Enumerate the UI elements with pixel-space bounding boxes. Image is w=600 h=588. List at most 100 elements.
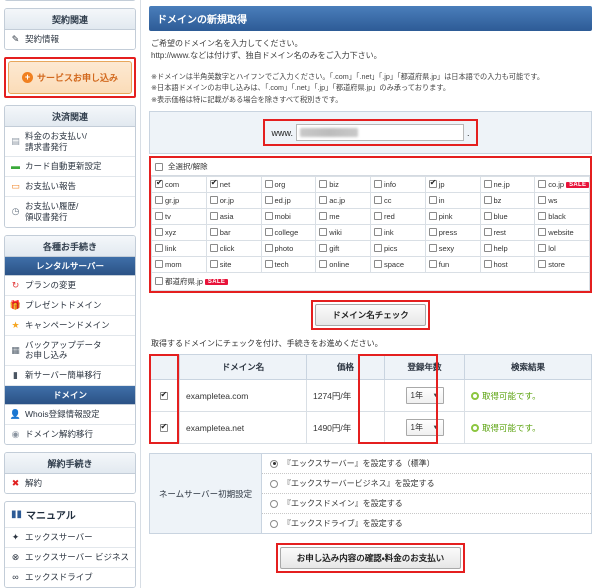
- tld-cell-sexy[interactable]: sexy: [424, 240, 481, 258]
- tld-cell-asia[interactable]: asia: [205, 208, 262, 226]
- tld-cell-ink[interactable]: ink: [370, 224, 426, 242]
- tld-cell-rest[interactable]: rest: [479, 224, 536, 242]
- domain-check-button[interactable]: ドメイン名チェック: [315, 304, 426, 327]
- nameserver-option-0[interactable]: 『エックスサーバー』を設定する（標準）: [262, 454, 591, 475]
- submit-confirm-button[interactable]: お申し込み内容の確認・料金のお支払い: [279, 547, 462, 570]
- tld-checkbox-rest[interactable]: [483, 228, 492, 237]
- tld-cell-gift[interactable]: gift: [315, 240, 371, 258]
- tld-checkbox-co.jp[interactable]: [538, 180, 547, 189]
- domain-name-input[interactable]: [296, 124, 464, 142]
- tld-cell-lol[interactable]: lol: [534, 240, 590, 258]
- tld-cell-net[interactable]: net: [205, 176, 262, 194]
- tld-cell-link[interactable]: link: [151, 240, 207, 258]
- tld-checkbox-host[interactable]: [483, 260, 492, 269]
- tld-checkbox-info[interactable]: [374, 180, 382, 189]
- tld-cell-fun[interactable]: fun: [424, 256, 481, 274]
- tld-checkbox-xyz[interactable]: [155, 228, 163, 237]
- tld-checkbox-cc[interactable]: [374, 196, 382, 205]
- tld-cell-com[interactable]: com: [151, 176, 207, 194]
- tld-checkbox-press[interactable]: [428, 228, 437, 237]
- tld-cell-space[interactable]: space: [370, 256, 426, 274]
- nameserver-option-1[interactable]: 『エックスサーバービジネス』を設定する: [262, 474, 591, 495]
- tld-checkbox-in[interactable]: [428, 196, 437, 205]
- select-all-row[interactable]: 全選択/解除: [151, 158, 590, 177]
- tld-checkbox-net[interactable]: [209, 178, 218, 189]
- nameserver-option-3[interactable]: 『エックスドライブ』を設定する: [262, 514, 591, 533]
- tld-checkbox-space[interactable]: [374, 260, 382, 269]
- tld-cell-info[interactable]: info: [370, 176, 426, 194]
- tld-checkbox-org[interactable]: [264, 180, 273, 189]
- row-checkbox-cell[interactable]: [149, 379, 180, 413]
- tld-cell-website[interactable]: website: [534, 224, 590, 242]
- tld-cell-biz[interactable]: biz: [315, 176, 371, 194]
- sidebar-item-card-auto-renew[interactable]: ▬ カード自動更新設定: [5, 157, 135, 178]
- tld-checkbox-pics[interactable]: [374, 244, 382, 253]
- tld-cell-ac.jp[interactable]: ac.jp: [315, 192, 371, 210]
- tld-checkbox-com[interactable]: [155, 178, 163, 189]
- tld-cell-ne.jp[interactable]: ne.jp: [479, 176, 536, 194]
- tld-cell-pink[interactable]: pink: [424, 208, 481, 226]
- tld-checkbox-website[interactable]: [538, 228, 547, 237]
- tld-checkbox-ne.jp[interactable]: [483, 180, 492, 189]
- tld-cell-in[interactable]: in: [424, 192, 481, 210]
- tld-cell-press[interactable]: press: [424, 224, 481, 242]
- tld-cell-red[interactable]: red: [370, 208, 426, 226]
- sidebar-item-server-migration[interactable]: ▮ 新サーバー簡単移行: [5, 365, 135, 386]
- tld-checkbox-biz[interactable]: [319, 180, 328, 189]
- tld-checkbox-blue[interactable]: [483, 212, 492, 221]
- tld-cell-co.jp[interactable]: co.jp SALE: [534, 176, 590, 194]
- nameserver-radio[interactable]: [270, 479, 278, 488]
- tld-cell-prefecture-jp[interactable]: 都道府県.jp SALE: [151, 272, 590, 292]
- sidebar-item-backup-data[interactable]: ▦ バックアップデータ お申し込み: [5, 335, 135, 366]
- tld-checkbox-mobi[interactable]: [264, 212, 273, 221]
- tld-cell-tv[interactable]: tv: [151, 208, 207, 226]
- row-checkbox-cell[interactable]: [149, 411, 180, 445]
- tld-checkbox-prefecture-jp[interactable]: [155, 277, 163, 286]
- tld-checkbox-store[interactable]: [538, 260, 547, 269]
- tld-checkbox-asia[interactable]: [209, 212, 218, 221]
- sidebar-item-manual-xserver[interactable]: ✦ エックスサーバー: [5, 527, 135, 548]
- nameserver-radio[interactable]: [270, 499, 278, 508]
- sidebar-item-payment-history[interactable]: ◷ お支払い履歴/ 領収書発行: [5, 197, 135, 227]
- service-apply-button[interactable]: + サービスお申し込み: [8, 61, 132, 94]
- tld-checkbox-link[interactable]: [155, 244, 163, 253]
- nameserver-option-2[interactable]: 『エックスドメイン』を設定する: [262, 494, 591, 515]
- tld-checkbox-gift[interactable]: [319, 244, 328, 253]
- tld-checkbox-me[interactable]: [319, 212, 328, 221]
- tld-checkbox-online[interactable]: [319, 260, 328, 269]
- tld-cell-wiki[interactable]: wiki: [315, 224, 371, 242]
- tld-checkbox-wiki[interactable]: [319, 228, 328, 237]
- sidebar-item-manual-xdrive[interactable]: ∞ エックスドライブ: [5, 567, 135, 587]
- tld-cell-online[interactable]: online: [315, 256, 371, 274]
- tld-checkbox-gr.jp[interactable]: [155, 196, 163, 205]
- tld-checkbox-tech[interactable]: [264, 260, 273, 269]
- tld-cell-ws[interactable]: ws: [534, 192, 590, 210]
- tld-cell-bz[interactable]: bz: [479, 192, 536, 210]
- tld-checkbox-pink[interactable]: [428, 212, 437, 221]
- tld-cell-host[interactable]: host: [479, 256, 536, 274]
- sidebar-item-campaign-domain[interactable]: ★ キャンペーンドメイン: [5, 315, 135, 336]
- tld-checkbox-jp[interactable]: [428, 178, 437, 189]
- row-checkbox[interactable]: [159, 422, 168, 432]
- tld-cell-blue[interactable]: blue: [479, 208, 536, 226]
- tld-cell-black[interactable]: black: [534, 208, 590, 226]
- tld-cell-college[interactable]: college: [260, 224, 317, 242]
- tld-cell-ed.jp[interactable]: ed.jp: [260, 192, 317, 210]
- tld-cell-bar[interactable]: bar: [205, 224, 262, 242]
- tld-checkbox-ink[interactable]: [374, 228, 382, 237]
- tld-cell-me[interactable]: me: [315, 208, 371, 226]
- tld-cell-photo[interactable]: photo: [260, 240, 317, 258]
- tld-cell-org[interactable]: org: [260, 176, 317, 194]
- tld-cell-xyz[interactable]: xyz: [151, 224, 207, 242]
- tld-cell-or.jp[interactable]: or.jp: [205, 192, 262, 210]
- tld-checkbox-ac.jp[interactable]: [319, 196, 328, 205]
- tld-checkbox-tv[interactable]: [155, 212, 163, 221]
- tld-checkbox-or.jp[interactable]: [209, 196, 218, 205]
- tld-checkbox-bz[interactable]: [483, 196, 492, 205]
- tld-checkbox-red[interactable]: [374, 212, 382, 221]
- sidebar-item-payment-report[interactable]: ▭ お支払い報告: [5, 177, 135, 198]
- tld-checkbox-click[interactable]: [209, 244, 218, 253]
- tld-checkbox-photo[interactable]: [264, 244, 273, 253]
- sidebar-item-manual-xbusiness[interactable]: ⊗ エックスサーバー ビジネス: [5, 547, 135, 568]
- tld-cell-tech[interactable]: tech: [260, 256, 317, 274]
